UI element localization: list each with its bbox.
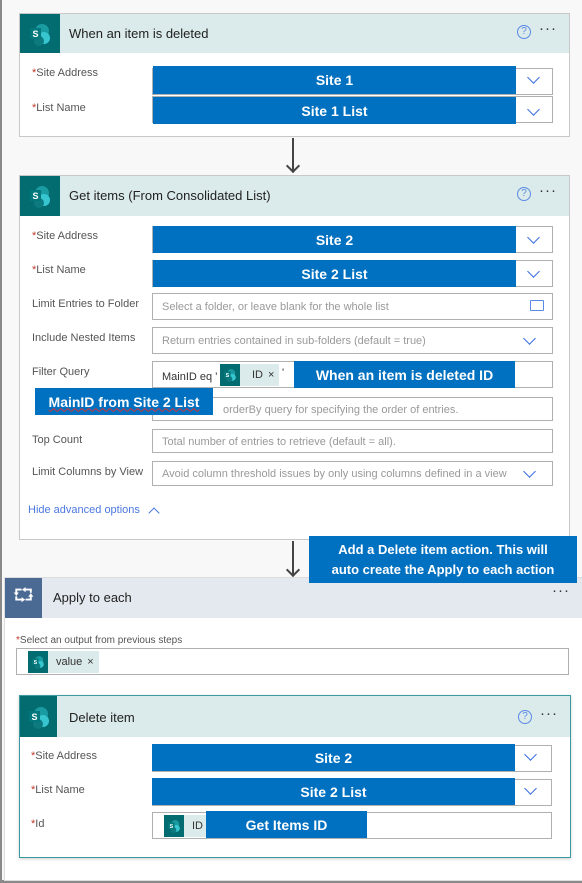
select-output-input[interactable] — [16, 648, 569, 675]
limit-folder-label: Limit Entries to Folder — [32, 298, 139, 310]
mainid-callout: MainID from Site 2 List — [35, 388, 213, 415]
loop-icon-box: ⮔ — [5, 578, 42, 618]
list-name-value: Site 1 List — [153, 97, 516, 124]
top-count-input[interactable]: Total number of entries to retrieve (def… — [152, 429, 553, 453]
more-icon[interactable]: ··· — [539, 182, 557, 199]
select-output-label: *Select an output from previous steps — [16, 635, 183, 646]
filter-query-label: Filter Query — [32, 366, 90, 378]
limit-folder-input[interactable]: Select a folder, or leave blank for the … — [152, 293, 553, 320]
remove-icon[interactable]: × — [268, 369, 279, 381]
get-items-id-callout: Get Items ID — [206, 811, 367, 838]
list-name-label: *List Name — [32, 102, 86, 114]
delete-action-callout: Add a Delete item action. This will auto … — [309, 536, 577, 583]
nested-items-dropdown[interactable]: Return entries contained in sub-folders … — [152, 327, 553, 354]
site-address-value: Site 1 — [153, 66, 516, 94]
sharepoint-icon — [28, 651, 48, 673]
help-icon[interactable]: ? — [517, 187, 531, 201]
site-address-value: Site 2 — [152, 744, 515, 771]
trigger-card: When an item is deleted ? ··· *Site Addr… — [19, 13, 570, 137]
get-items-title: Get items (From Consolidated List) — [69, 188, 271, 203]
list-name-label: *List Name — [31, 784, 85, 796]
filter-callout: When an item is deleted ID — [294, 361, 515, 388]
more-icon[interactable]: ··· — [552, 582, 570, 599]
list-name-label: *List Name — [32, 264, 86, 276]
apply-to-each-card: ⮔ Apply to each ··· *Select an output fr… — [4, 577, 582, 881]
apply-header[interactable]: ⮔ Apply to each ··· — [5, 578, 582, 618]
limit-columns-label: Limit Columns by View — [32, 466, 144, 478]
delete-title: Delete item — [69, 710, 135, 725]
loop-icon: ⮔ — [12, 585, 35, 605]
sharepoint-icon — [20, 14, 60, 53]
chevron-up-icon[interactable] — [148, 507, 160, 519]
folder-icon[interactable] — [530, 300, 544, 311]
site-address-label: *Site Address — [31, 750, 98, 762]
delete-item-card: Delete item ? ··· *Site Address Site 2 *… — [19, 695, 571, 858]
sharepoint-icon — [20, 176, 60, 216]
list-name-value: Site 2 List — [152, 778, 515, 805]
help-icon[interactable]: ? — [518, 710, 532, 724]
value-token[interactable]: value × — [28, 651, 99, 673]
filter-suffix: ' — [282, 367, 285, 379]
hide-advanced-link[interactable]: Hide advanced options — [28, 504, 140, 516]
get-items-header[interactable]: Get items (From Consolidated List) ? ··· — [20, 176, 569, 216]
limit-columns-dropdown[interactable]: Avoid column threshold issues by only us… — [152, 461, 553, 486]
more-icon[interactable]: ··· — [539, 20, 557, 37]
nested-items-label: Include Nested Items — [32, 332, 136, 344]
arrow-head-icon — [285, 562, 301, 578]
site-address-label: *Site Address — [32, 67, 99, 79]
get-items-card: Get items (From Consolidated List) ? ···… — [19, 175, 570, 540]
trigger-header[interactable]: When an item is deleted ? ··· — [20, 14, 569, 53]
trigger-title: When an item is deleted — [69, 26, 209, 41]
sharepoint-icon — [220, 364, 240, 386]
site-address-label: *Site Address — [32, 230, 99, 242]
id-label: *Id — [31, 818, 45, 830]
sharepoint-icon — [20, 696, 57, 737]
more-icon[interactable]: ··· — [540, 705, 558, 722]
id-token[interactable]: ID× — [220, 364, 280, 386]
list-name-value: Site 2 List — [153, 260, 516, 287]
sharepoint-icon — [164, 815, 184, 837]
top-count-label: Top Count — [32, 434, 83, 446]
help-icon[interactable]: ? — [517, 25, 531, 39]
apply-title: Apply to each — [53, 590, 132, 605]
delete-header[interactable]: Delete item ? ··· — [20, 696, 570, 737]
remove-icon[interactable]: × — [87, 656, 98, 668]
site-address-value: Site 2 — [153, 226, 516, 253]
arrow-head-icon — [285, 158, 301, 174]
